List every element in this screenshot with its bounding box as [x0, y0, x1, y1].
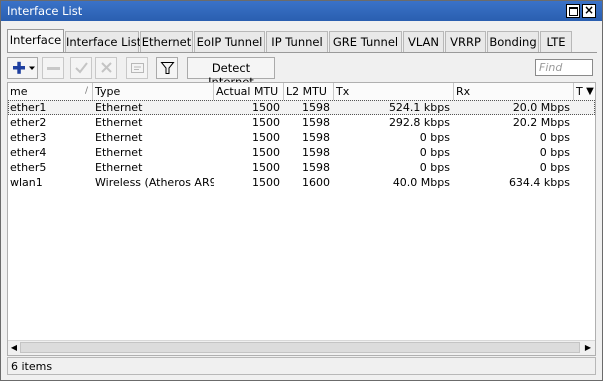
cell-l2-mtu: 1600: [302, 176, 330, 189]
cell-tx: 524.1 kbps: [388, 101, 450, 114]
cell-type: Ethernet: [95, 131, 143, 144]
column-header-tx[interactable]: Tx: [334, 83, 454, 100]
title-bar[interactable]: Interface List ×: [1, 1, 602, 21]
cell-name: ether3: [10, 131, 47, 144]
table-header: me / Type Actual MTU L2 MTU Tx Rx T ▼: [8, 83, 595, 101]
cell-type: Ethernet: [95, 116, 143, 129]
cell-type: Ethernet: [95, 101, 143, 114]
restore-icon: [569, 7, 578, 16]
tab-eoip-tunnel[interactable]: EoIP Tunnel: [194, 31, 265, 52]
interface-list-window: Interface List × Interface Interface Lis…: [0, 0, 603, 381]
cell-actual-mtu: 1500: [252, 161, 280, 174]
interface-table: me / Type Actual MTU L2 MTU Tx Rx T ▼ et…: [7, 82, 596, 356]
cell-name: wlan1: [10, 176, 43, 189]
check-icon: [75, 62, 88, 74]
cell-actual-mtu: 1500: [252, 131, 280, 144]
cell-actual-mtu: 1500: [252, 116, 280, 129]
add-button[interactable]: [7, 57, 38, 79]
x-icon: [101, 62, 112, 73]
column-header-name[interactable]: me /: [8, 83, 93, 100]
cell-type: Ethernet: [95, 161, 143, 174]
comment-button[interactable]: [126, 57, 148, 79]
cell-rx: 634.4 kbps: [508, 176, 570, 189]
sort-indicator-icon: /: [84, 86, 88, 96]
table-row[interactable]: ether2 Ethernet 1500 1598 292.8 kbps 20.…: [8, 115, 595, 130]
table-row[interactable]: ether5 Ethernet 1500 1598 0 bps 0 bps: [8, 160, 595, 175]
cell-rx: 20.2 Mbps: [512, 116, 570, 129]
scroll-left-icon[interactable]: ◀: [9, 343, 19, 353]
cell-type: Ethernet: [95, 146, 143, 159]
cell-name: ether5: [10, 161, 47, 174]
column-header-actual-mtu[interactable]: Actual MTU: [214, 83, 284, 100]
find-input[interactable]: [535, 59, 593, 76]
cell-name: ether4: [10, 146, 47, 159]
cell-actual-mtu: 1500: [252, 146, 280, 159]
cell-l2-mtu: 1598: [302, 116, 330, 129]
table-row[interactable]: ether4 Ethernet 1500 1598 0 bps 0 bps: [8, 145, 595, 160]
tab-divider: [7, 52, 597, 53]
column-header-t[interactable]: T: [574, 83, 585, 100]
cell-tx: 0 bps: [419, 146, 450, 159]
detect-internet-button[interactable]: Detect Internet: [187, 57, 275, 89]
cell-l2-mtu: 1598: [302, 146, 330, 159]
window-title: Interface List: [7, 4, 83, 18]
enable-button[interactable]: [70, 57, 92, 79]
tab-ip-tunnel[interactable]: IP Tunnel: [266, 31, 328, 52]
tab-vrrp[interactable]: VRRP: [445, 31, 486, 52]
status-bar: 6 items: [7, 357, 596, 375]
plus-icon: [13, 61, 35, 74]
tab-ethernet[interactable]: Ethernet: [140, 31, 193, 52]
close-button[interactable]: ×: [582, 3, 596, 18]
tab-vlan[interactable]: VLAN: [403, 31, 444, 52]
cell-rx: 20.0 Mbps: [512, 101, 570, 114]
item-count: 6 items: [11, 360, 53, 373]
remove-button[interactable]: [42, 57, 64, 79]
cell-name: ether2: [10, 116, 47, 129]
cell-rx: 0 bps: [539, 131, 570, 144]
tab-lte[interactable]: LTE: [540, 31, 572, 52]
cell-l2-mtu: 1598: [302, 161, 330, 174]
cell-tx: 40.0 Mbps: [392, 176, 450, 189]
horizontal-scrollbar[interactable]: ◀ ▶: [8, 340, 595, 355]
column-menu-icon[interactable]: ▼: [585, 83, 595, 100]
column-header-type[interactable]: Type: [93, 83, 214, 100]
cell-tx: 292.8 kbps: [388, 116, 450, 129]
table-row[interactable]: wlan1 Wireless (Atheros AR9... 1500 1600…: [8, 175, 595, 190]
cell-tx: 0 bps: [419, 131, 450, 144]
filter-icon: [160, 62, 175, 74]
column-header-l2-mtu[interactable]: L2 MTU: [284, 83, 334, 100]
tab-interface-list[interactable]: Interface List: [65, 31, 141, 52]
restore-button[interactable]: [566, 4, 580, 18]
tab-interface[interactable]: Interface: [7, 29, 64, 53]
disable-button[interactable]: [95, 57, 117, 79]
cell-name: ether1: [10, 101, 47, 114]
tab-gre-tunnel[interactable]: GRE Tunnel: [329, 31, 402, 52]
cell-actual-mtu: 1500: [252, 176, 280, 189]
close-icon: ×: [583, 3, 595, 17]
scrollbar-thumb[interactable]: [20, 342, 580, 353]
column-header-rx[interactable]: Rx: [454, 83, 574, 100]
comment-icon: [131, 63, 144, 73]
tab-bonding[interactable]: Bonding: [487, 31, 539, 52]
cell-type: Wireless (Atheros AR9...: [95, 176, 214, 189]
filter-button[interactable]: [156, 57, 178, 79]
cell-l2-mtu: 1598: [302, 131, 330, 144]
column-header-name-label: me: [10, 85, 28, 98]
cell-tx: 0 bps: [419, 161, 450, 174]
minus-icon: [47, 67, 60, 70]
cell-l2-mtu: 1598: [302, 101, 330, 114]
scroll-right-icon[interactable]: ▶: [583, 343, 593, 353]
table-row[interactable]: ether1 Ethernet 1500 1598 524.1 kbps 20.…: [8, 100, 595, 115]
cell-rx: 0 bps: [539, 161, 570, 174]
cell-rx: 0 bps: [539, 146, 570, 159]
table-row[interactable]: ether3 Ethernet 1500 1598 0 bps 0 bps: [8, 130, 595, 145]
cell-actual-mtu: 1500: [252, 101, 280, 114]
